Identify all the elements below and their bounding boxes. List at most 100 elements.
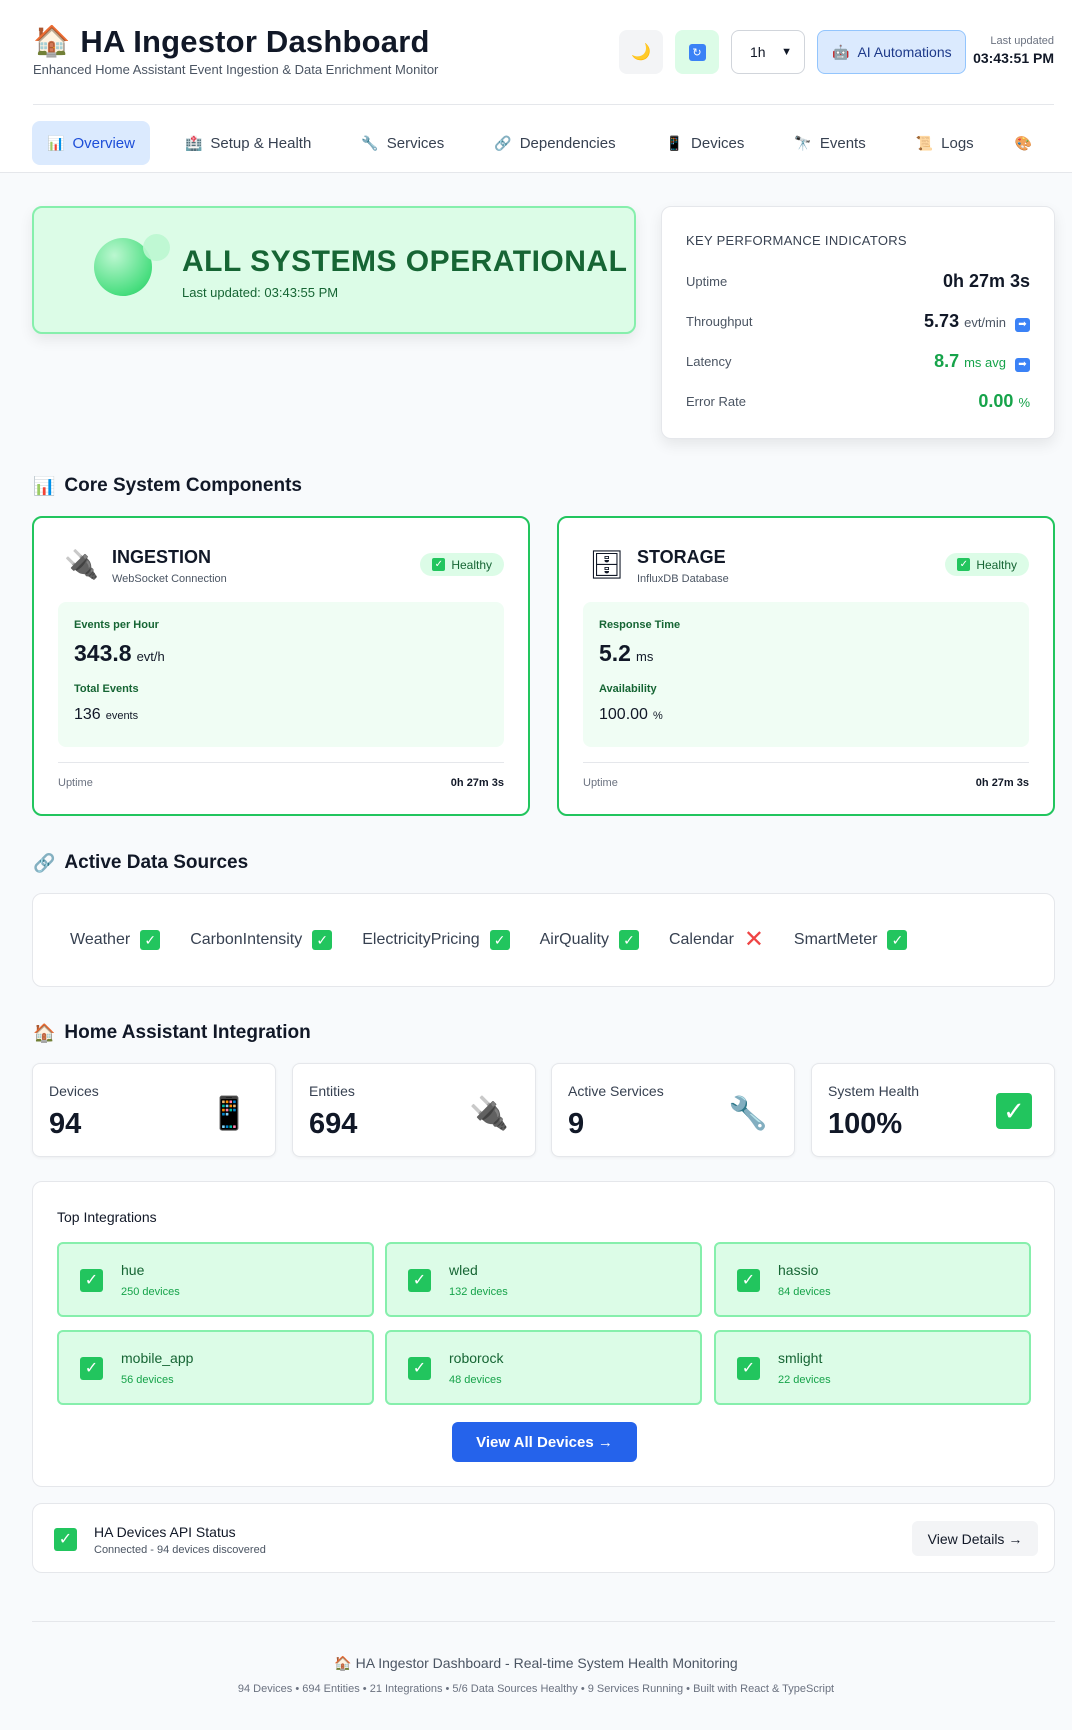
kpi-label: Uptime bbox=[686, 273, 728, 289]
tab-dependencies[interactable]: 🔗 Dependencies bbox=[479, 121, 630, 165]
api-status-card: ✓ HA Devices API Status Connected - 94 d… bbox=[32, 1503, 1055, 1573]
telescope-icon: 🔭 bbox=[794, 134, 812, 151]
status-title: ALL SYSTEMS OPERATIONAL bbox=[182, 245, 628, 278]
system-status-banner: ALL SYSTEMS OPERATIONAL Last updated: 03… bbox=[32, 206, 636, 334]
tab-setup-health[interactable]: 🏥 Setup & Health bbox=[170, 121, 326, 165]
metric-primary: 343.8 evt/h bbox=[74, 640, 165, 667]
theme-toggle-button[interactable]: 🌙 bbox=[619, 30, 663, 74]
metric-label: Events per Hour bbox=[74, 619, 159, 631]
tab-overview[interactable]: 📊 Overview bbox=[32, 121, 150, 165]
stat-card-devices[interactable]: Devices 94 📱 bbox=[32, 1063, 276, 1157]
status-updated: Last updated: 03:43:55 PM bbox=[182, 285, 339, 300]
check-icon: ✓ bbox=[408, 1269, 431, 1292]
app-header: 🏠 HA Ingestor Dashboard Enhanced Home As… bbox=[0, 0, 1072, 173]
tab-bar: 📊 Overview 🏥 Setup & Health 🔧 Services 🔗… bbox=[32, 121, 1058, 165]
uptime-label: Uptime bbox=[58, 777, 93, 789]
time-range-select[interactable]: 1h ▼ bbox=[731, 30, 805, 74]
check-icon: ✓ bbox=[80, 1357, 103, 1380]
check-icon: ✓ bbox=[140, 930, 161, 950]
check-icon: ✓ bbox=[80, 1269, 103, 1292]
top-integrations-title: Top Integrations bbox=[57, 1209, 157, 1225]
data-source-item[interactable]: Calendar ✕ bbox=[669, 928, 764, 952]
data-source-item[interactable]: ElectricityPricing ✓ bbox=[362, 930, 510, 950]
plug-icon: 🔌 bbox=[469, 1095, 509, 1131]
ai-automations-label: AI Automations bbox=[857, 44, 952, 60]
stat-label: Entities bbox=[309, 1083, 355, 1099]
ai-automations-button[interactable]: 🤖 AI Automations bbox=[817, 30, 966, 74]
component-name: INGESTION bbox=[112, 547, 212, 567]
stat-card-system-health[interactable]: System Health 100% ✓ bbox=[811, 1063, 1055, 1157]
kpi-label: Latency bbox=[686, 353, 732, 369]
tab-logs[interactable]: 📜 Logs bbox=[901, 121, 989, 165]
integration-item[interactable]: ✓ hassio 84 devices bbox=[714, 1242, 1031, 1317]
metric-unit: ms bbox=[635, 649, 654, 664]
component-card-ingestion[interactable]: 🔌 INGESTION WebSocket Connection ✓ Healt… bbox=[32, 516, 530, 816]
tab-overflow[interactable]: 🎨 bbox=[1009, 121, 1038, 165]
stat-value: 100% bbox=[828, 1108, 903, 1140]
tab-label: Dependencies bbox=[519, 134, 616, 152]
component-desc: InfluxDB Database bbox=[637, 573, 729, 585]
more-tab-icon: 🎨 bbox=[1014, 134, 1033, 151]
moon-icon: 🌙 bbox=[631, 44, 651, 61]
time-range-value: 1h bbox=[750, 44, 766, 60]
uptime-value: 0h 27m 3s bbox=[975, 777, 1029, 789]
tab-label: Events bbox=[819, 134, 866, 152]
sources-section-title: 🔗 Active Data Sources bbox=[33, 852, 248, 874]
integration-item[interactable]: ✓ hue 250 devices bbox=[57, 1242, 374, 1317]
section-title-text: Active Data Sources bbox=[64, 852, 249, 873]
tab-services[interactable]: 🔧 Services bbox=[346, 121, 459, 165]
database-icon: 🗄 bbox=[589, 549, 625, 580]
data-source-name: SmartMeter bbox=[793, 931, 878, 948]
check-icon: ✓ bbox=[618, 930, 639, 950]
check-icon: ✓ bbox=[312, 930, 333, 950]
metric-unit: events bbox=[105, 710, 139, 722]
kpi-card: KEY PERFORMANCE INDICATORS Uptime 0h 27m… bbox=[661, 206, 1055, 439]
integration-item[interactable]: ✓ wled 132 devices bbox=[385, 1242, 702, 1317]
integration-devices: 250 devices bbox=[121, 1286, 180, 1298]
footer-title: 🏠 HA Ingestor Dashboard - Real-time Syst… bbox=[334, 1655, 738, 1671]
tab-events[interactable]: 🔭 Events bbox=[779, 121, 880, 165]
data-source-item[interactable]: SmartMeter ✓ bbox=[794, 930, 908, 950]
component-footer: Uptime 0h 27m 3s bbox=[583, 762, 1029, 789]
check-icon: ✓ bbox=[408, 1357, 431, 1380]
view-all-devices-button[interactable]: View All Devices → bbox=[452, 1422, 637, 1462]
kpi-label: Throughput bbox=[686, 313, 753, 329]
metric-label: Total Events bbox=[74, 683, 139, 695]
kpi-row-error-rate: Error Rate 0.00 % bbox=[686, 386, 1030, 416]
integration-item[interactable]: ✓ mobile_app 56 devices bbox=[57, 1330, 374, 1405]
component-card-storage[interactable]: 🗄 STORAGE InfluxDB Database ✓ Healthy Re… bbox=[557, 516, 1055, 816]
wrench-icon: 🔧 bbox=[728, 1095, 768, 1131]
metric-box: Events per Hour 343.8 evt/h Total Events… bbox=[58, 602, 504, 747]
data-sources-card: Weather ✓ CarbonIntensity ✓ ElectricityP… bbox=[32, 893, 1055, 987]
metric-value: 136 bbox=[74, 706, 101, 723]
check-icon: ✓ bbox=[54, 1528, 77, 1551]
stat-card-entities[interactable]: Entities 694 🔌 bbox=[292, 1063, 536, 1157]
data-source-name: ElectricityPricing bbox=[362, 931, 480, 948]
kpi-value: 0h 27m 3s bbox=[942, 270, 1030, 291]
kpi-label: Error Rate bbox=[686, 393, 746, 409]
view-details-button[interactable]: View Details → bbox=[912, 1521, 1038, 1556]
stat-label: Devices bbox=[49, 1083, 99, 1099]
refresh-button[interactable]: ↻ bbox=[675, 30, 719, 74]
chart-icon: 📊 bbox=[47, 134, 65, 151]
integration-item[interactable]: ✓ roborock 48 devices bbox=[385, 1330, 702, 1405]
header-divider bbox=[33, 104, 1054, 105]
data-source-item[interactable]: CarbonIntensity ✓ bbox=[190, 930, 333, 950]
check-icon: ✓ bbox=[432, 558, 446, 571]
status-badge: ✓ Healthy bbox=[945, 553, 1029, 576]
data-source-item[interactable]: Weather ✓ bbox=[70, 930, 161, 950]
kpi-unit: evt/min bbox=[964, 314, 1006, 330]
metric-label: Response Time bbox=[599, 619, 681, 631]
check-icon: ✓ bbox=[737, 1269, 760, 1292]
kpi-value: 8.7 bbox=[934, 350, 960, 371]
kpi-row-latency: Latency 8.7 ms avg ➡ bbox=[686, 346, 1030, 376]
last-updated-value: 03:43:51 PM bbox=[973, 50, 1054, 66]
data-source-name: CarbonIntensity bbox=[190, 931, 303, 948]
integration-item[interactable]: ✓ smlight 22 devices bbox=[714, 1330, 1031, 1405]
stat-value: 694 bbox=[309, 1108, 358, 1140]
stat-card-active-services[interactable]: Active Services 9 🔧 bbox=[551, 1063, 795, 1157]
data-source-item[interactable]: AirQuality ✓ bbox=[540, 930, 639, 950]
data-source-name: AirQuality bbox=[539, 931, 609, 948]
top-integrations-card: Top Integrations ✓ hue 250 devices ✓ wle… bbox=[32, 1181, 1055, 1487]
tab-devices[interactable]: 📱 Devices bbox=[651, 121, 760, 165]
